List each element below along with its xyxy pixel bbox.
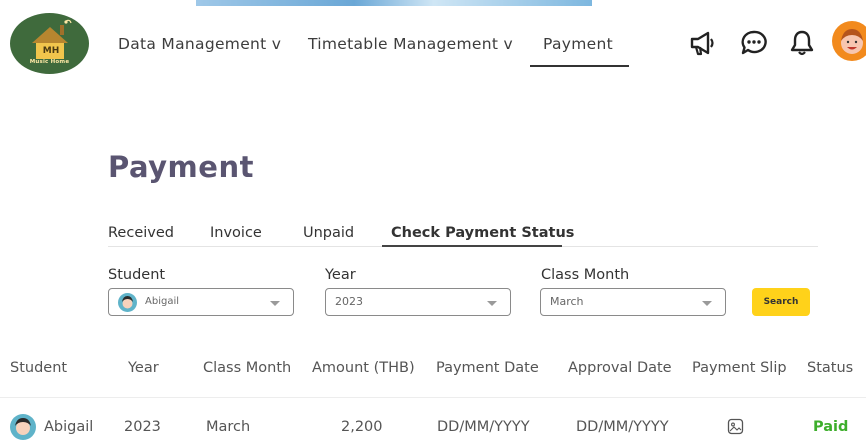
cell-amount: 2,200 (341, 419, 383, 435)
nav-timetable-management[interactable]: Timetable Management v (308, 35, 513, 53)
tab-invoice[interactable]: Invoice (210, 225, 262, 241)
megaphone-icon[interactable] (688, 28, 718, 58)
cell-approval-date: DD/MM/YYYY (576, 419, 669, 435)
col-header-student: Student (10, 360, 68, 376)
cell-student: Abigail (44, 419, 94, 435)
col-header-class-month: Class Month (203, 360, 292, 376)
student-select[interactable]: Abigail (108, 288, 294, 316)
chevron-down-icon (702, 301, 712, 306)
user-avatar[interactable] (832, 21, 866, 61)
student-avatar-icon (10, 414, 36, 440)
bell-icon[interactable] (788, 28, 816, 58)
col-header-payment-date: Payment Date (436, 360, 539, 376)
nav-data-management[interactable]: Data Management v (118, 35, 281, 53)
col-header-year: Year (128, 360, 159, 376)
page-title: Payment (108, 150, 254, 184)
top-banner-strip (196, 0, 592, 6)
cell-year: 2023 (124, 419, 161, 435)
chat-icon[interactable] (739, 28, 769, 58)
table-header-divider (0, 397, 866, 398)
search-button[interactable]: Search (752, 288, 810, 316)
nav-payment[interactable]: Payment (543, 35, 613, 53)
chevron-down-icon (270, 301, 280, 306)
col-header-approval-date: Approval Date (568, 360, 672, 376)
student-select-value: Abigail (145, 296, 179, 307)
tab-check-payment-status[interactable]: Check Payment Status (391, 225, 574, 241)
tab-unpaid[interactable]: Unpaid (303, 225, 354, 241)
cell-payment-date: DD/MM/YYYY (437, 419, 530, 435)
chevron-down-icon (487, 301, 497, 306)
music-home-logo[interactable]: MH Music Home (10, 13, 89, 74)
student-filter-label: Student (108, 267, 166, 283)
year-filter-label: Year (325, 267, 356, 283)
year-select-value: 2023 (335, 295, 363, 308)
tab-active-indicator (382, 245, 562, 247)
image-icon[interactable] (727, 418, 744, 435)
cell-class-month: March (206, 419, 251, 435)
status-badge: Paid (813, 419, 849, 435)
class-month-select-value: March (550, 295, 584, 308)
logo-subtext: Music Home (29, 59, 70, 65)
tab-received[interactable]: Received (108, 225, 174, 241)
col-header-amount: Amount (THB) (312, 360, 415, 376)
class-month-select[interactable]: March (540, 288, 726, 316)
year-select[interactable]: 2023 (325, 288, 511, 316)
student-avatar-icon (118, 293, 137, 312)
col-header-payment-slip: Payment Slip (692, 360, 787, 376)
logo-initials: MH (42, 46, 60, 56)
class-month-filter-label: Class Month (541, 267, 630, 283)
col-header-status: Status (807, 360, 854, 376)
nav-active-underline (530, 65, 629, 67)
avatar-face-icon (841, 29, 863, 54)
